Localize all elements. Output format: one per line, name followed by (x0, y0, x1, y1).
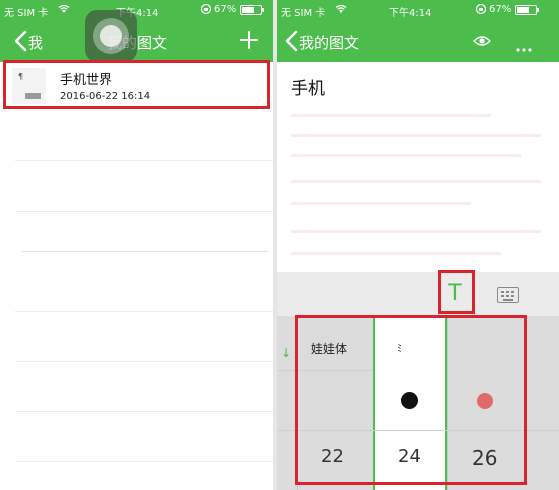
more-icon[interactable] (515, 38, 533, 57)
battery-icon (515, 5, 539, 15)
nav-bar: 我的图文 (277, 20, 559, 62)
status-time: 下午4:14 (389, 8, 432, 19)
format-toolbar: T (277, 272, 559, 316)
battery-percent: 67% (214, 4, 237, 15)
battery-icon (240, 5, 264, 15)
post-editor-screen: 无 SIM 卡 下午4:14 67% 我的图文 手机 T ↓ 娃娃体 ﾐ 22 … (277, 0, 559, 490)
orientation-lock-icon (200, 3, 212, 18)
my-posts-screen: 无 SIM 卡 下午4:14 67% 我 我的图文 ¶ 手机世界 2016-06… (0, 0, 273, 490)
wifi-icon (58, 4, 70, 17)
highlight-box-text-tool (438, 270, 475, 314)
status-bar: 无 SIM 卡 下午4:14 67% (0, 0, 273, 20)
status-bar: 无 SIM 卡 下午4:14 67% (277, 0, 559, 20)
eye-icon[interactable] (473, 33, 491, 52)
list-divider (15, 160, 273, 161)
list-divider (15, 311, 273, 312)
assistive-touch-button[interactable] (85, 10, 137, 62)
keyboard-icon[interactable] (497, 287, 519, 303)
list-divider (15, 361, 273, 362)
arrow-down-icon: ↓ (281, 346, 292, 360)
highlight-box-list-item (3, 60, 270, 109)
orientation-lock-icon (475, 3, 487, 18)
editor-title[interactable]: 手机 (291, 74, 325, 99)
carrier-label: 无 SIM 卡 (4, 8, 49, 19)
plus-icon[interactable] (238, 29, 260, 55)
carrier-label: 无 SIM 卡 (281, 8, 326, 19)
page-title[interactable]: 我的图文 (299, 32, 359, 53)
battery-percent: 67% (489, 4, 512, 15)
list-divider (15, 211, 273, 212)
wifi-icon (335, 4, 347, 17)
list-divider (15, 461, 273, 462)
highlight-box-font-picker (295, 315, 527, 485)
list-divider (15, 411, 273, 412)
editor-area[interactable]: 手机 (277, 62, 559, 272)
back-button-label[interactable]: 我 (28, 32, 43, 53)
list-divider (22, 251, 268, 252)
